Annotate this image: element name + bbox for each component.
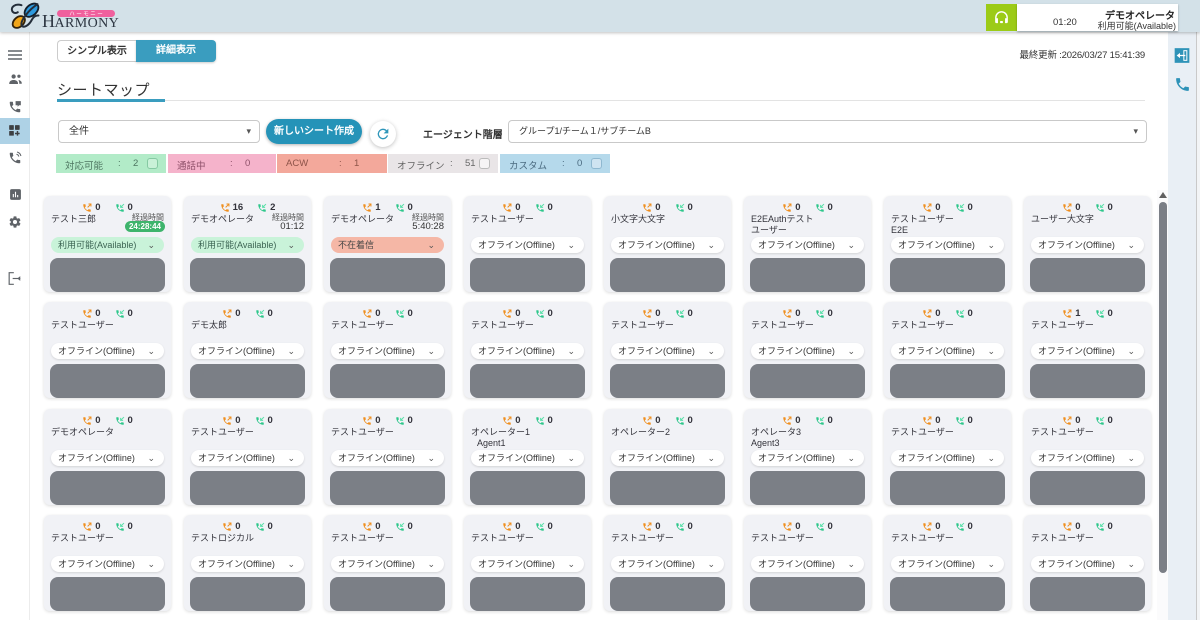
svg-text:H: H — [42, 11, 55, 30]
svg-text:ハ ー モ ニ ー: ハ ー モ ニ ー — [69, 11, 103, 18]
svg-text:ARMONY: ARMONY — [55, 16, 120, 30]
